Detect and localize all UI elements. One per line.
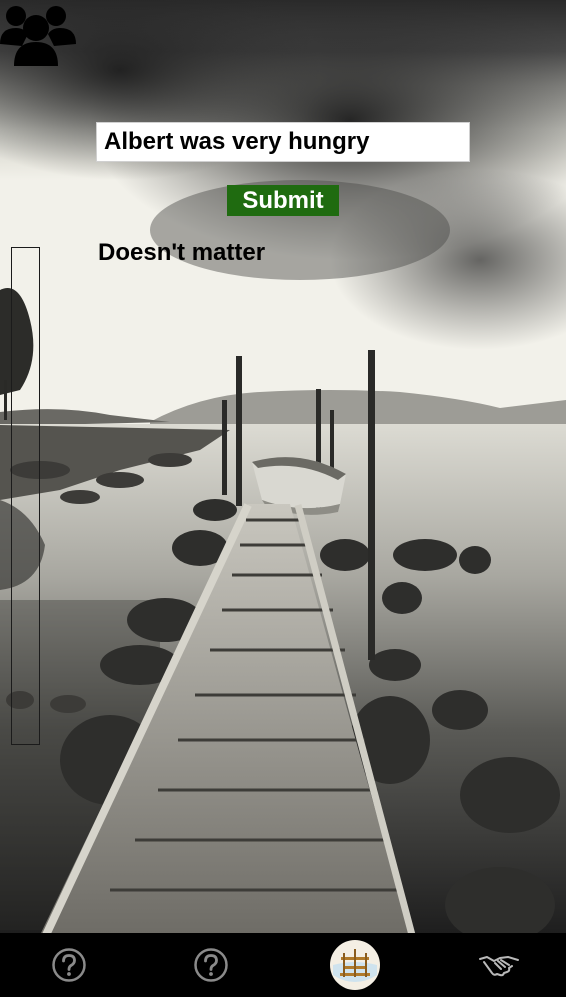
people-group-icon[interactable] — [0, 0, 76, 66]
tab-help-1[interactable] — [40, 933, 98, 997]
result-text: Doesn't matter — [98, 239, 266, 266]
handshake-icon — [479, 956, 519, 977]
submit-button[interactable]: Submit — [227, 185, 339, 216]
story-input[interactable] — [97, 123, 469, 161]
tab-help-2[interactable] — [182, 933, 240, 997]
tab-home[interactable] — [326, 933, 384, 997]
help-icon — [52, 948, 86, 982]
app-screen: Submit Doesn't matter — [0, 0, 566, 997]
tab-handshake[interactable] — [470, 933, 528, 997]
pier-avatar-icon — [330, 940, 380, 990]
story-input-field[interactable] — [96, 122, 470, 162]
help-icon — [194, 948, 228, 982]
bottom-tab-bar — [0, 933, 566, 997]
vertical-progress-track — [11, 247, 40, 745]
